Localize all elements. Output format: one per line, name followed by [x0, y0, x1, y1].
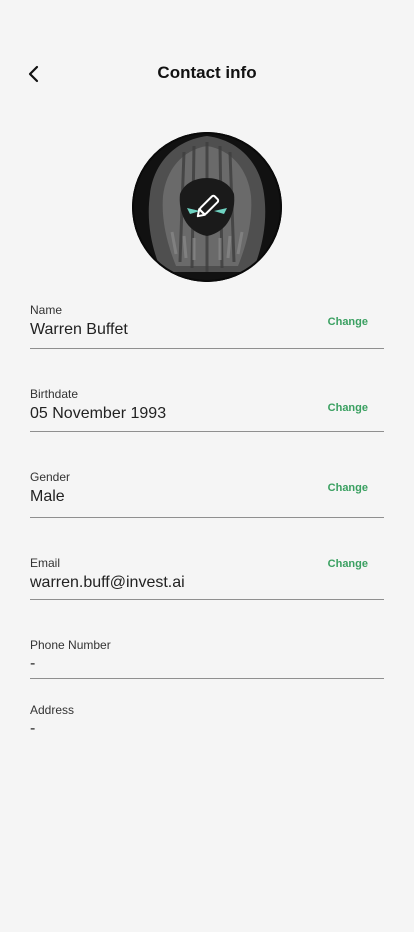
change-birthdate-button[interactable]: Change [328, 402, 368, 414]
gender-field: Gender Male Change [30, 470, 384, 518]
pencil-icon[interactable] [192, 192, 222, 222]
change-name-button[interactable]: Change [328, 316, 368, 328]
address-value: - [30, 720, 36, 737]
header: Contact info [0, 56, 414, 92]
email-label: Email [30, 556, 61, 570]
name-field: Name Warren Buffet Change [30, 303, 384, 349]
phone-number-value: - [30, 655, 36, 672]
page-title: Contact info [157, 63, 257, 82]
phone-number-field: Phone Number - [30, 638, 384, 679]
change-email-button[interactable]: Change [328, 558, 368, 570]
birthdate-field: Birthdate 05 November 1993 Change [30, 387, 384, 432]
email-value: warren.buff@invest.ai [30, 574, 185, 591]
birthdate-label: Birthdate [30, 387, 79, 401]
address-field: Address - [30, 703, 384, 743]
change-gender-button[interactable]: Change [328, 482, 368, 494]
name-label: Name [30, 303, 63, 317]
phone-number-label: Phone Number [30, 638, 111, 652]
name-value: Warren Buffet [30, 321, 128, 338]
email-field: Email warren.buff@invest.ai Change [30, 556, 384, 600]
gender-value: Male [30, 488, 65, 505]
birthdate-value: 05 November 1993 [30, 405, 167, 422]
address-label: Address [30, 703, 75, 717]
gender-label: Gender [30, 470, 71, 484]
avatar[interactable] [132, 132, 282, 282]
